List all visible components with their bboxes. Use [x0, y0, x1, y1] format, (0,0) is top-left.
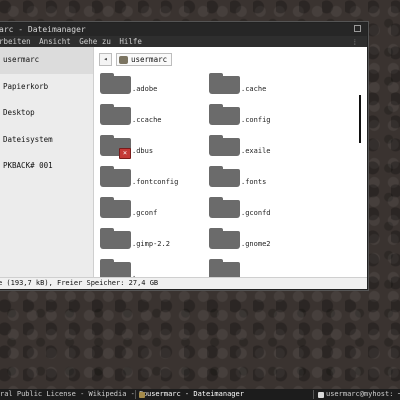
- file-item[interactable]: .gnome2: [209, 224, 318, 255]
- menu-go[interactable]: Gehe zu: [79, 37, 111, 46]
- status-bar: e (193,7 kB), Freier Speicher: 27,4 GB: [0, 277, 367, 289]
- home-folder-icon: [119, 55, 128, 64]
- folder-icon: [100, 258, 131, 278]
- taskbar-item-filemanager[interactable]: usermarc - Dateimanager: [139, 389, 244, 400]
- folder-icon: [209, 134, 240, 156]
- path-crumb-label: usermarc: [131, 55, 168, 64]
- file-item[interactable]: .dbus ×: [100, 131, 209, 162]
- folder-icon: [100, 165, 131, 187]
- window-close-button[interactable]: [354, 25, 361, 32]
- window-titlebar[interactable]: arc - Dateimanager: [0, 23, 367, 36]
- sidebar-item-home[interactable]: usermarc: [0, 47, 93, 74]
- taskbar-item-terminal[interactable]: usermarc@myhost: ~/: [318, 389, 400, 400]
- file-item[interactable]: .gconf: [100, 193, 209, 224]
- file-name: .exaile: [241, 147, 271, 155]
- file-item[interactable]: .gimp-2.2: [100, 224, 209, 255]
- file-item[interactable]: .ccache: [100, 100, 209, 131]
- folder-icon: [209, 72, 240, 94]
- file-name: .adobe: [132, 85, 158, 93]
- folder-icon: [100, 196, 131, 218]
- status-text: e (193,7 kB), Freier Speicher: 27,4 GB: [0, 279, 159, 287]
- unreadable-emblem-icon: ×: [119, 148, 131, 159]
- file-name: .config: [241, 116, 271, 124]
- file-item[interactable]: .adobe: [100, 69, 209, 100]
- folder-icon: [100, 227, 131, 249]
- file-item[interactable]: .fonts: [209, 162, 318, 193]
- terminal-icon: [318, 391, 324, 398]
- path-crumb-home[interactable]: usermarc: [116, 53, 173, 66]
- menu-view[interactable]: Ansicht: [39, 37, 71, 46]
- folder-icon: [209, 103, 240, 125]
- file-item[interactable]: .: [100, 255, 209, 278]
- taskbar-separator: [313, 390, 314, 399]
- file-name: .ccache: [132, 116, 162, 124]
- taskbar-item-label: usermarc@myhost: ~/: [326, 390, 400, 398]
- menu-edit[interactable]: rbeiten: [0, 37, 31, 46]
- taskbar-item-label: ral Public License - Wikipedia - Bo: [0, 390, 148, 398]
- file-name: .gnome2: [241, 240, 271, 248]
- menu-help[interactable]: Hilfe: [119, 37, 142, 46]
- file-view: ◂ usermarc .adobe .cache .ccache .config .db…: [94, 47, 367, 278]
- path-back-button[interactable]: ◂: [99, 53, 112, 66]
- file-name: .fontconfig: [132, 178, 179, 186]
- folder-icon: [209, 258, 240, 278]
- file-name: .gimp-2.2: [132, 240, 170, 248]
- folder-icon: [100, 72, 131, 94]
- taskbar-item-browser[interactable]: ral Public License - Wikipedia - Bo: [0, 389, 148, 400]
- file-name: .gconfd: [241, 209, 271, 217]
- folder-icon: [209, 165, 240, 187]
- file-name: .fonts: [241, 178, 267, 186]
- file-item[interactable]: [209, 255, 318, 278]
- folder-icon: [100, 103, 131, 125]
- sidebar-item-filesystem[interactable]: Dateisystem: [0, 127, 93, 154]
- path-bar: ◂ usermarc: [99, 53, 173, 66]
- file-item[interactable]: .cache: [209, 69, 318, 100]
- file-item[interactable]: .fontconfig: [100, 162, 209, 193]
- sidebar-item-volume[interactable]: PKBACK# 001: [0, 153, 93, 180]
- sidebar-item-trash[interactable]: Papierkorb: [0, 74, 93, 101]
- folder-icon: [139, 391, 145, 398]
- folder-icon: [209, 196, 240, 218]
- taskbar-separator: [135, 390, 136, 399]
- scrollbar-thumb[interactable]: [359, 95, 361, 143]
- file-name: .dbus: [132, 147, 154, 155]
- folder-icon: [209, 227, 240, 249]
- sidebar: usermarc Papierkorb Desktop Dateisystem …: [0, 47, 94, 278]
- file-item[interactable]: .exaile: [209, 131, 318, 162]
- sidebar-item-desktop[interactable]: Desktop: [0, 100, 93, 127]
- file-item[interactable]: .gconfd: [209, 193, 318, 224]
- taskbar-item-label: usermarc - Dateimanager: [147, 390, 244, 398]
- file-manager-window: arc - Dateimanager rbeiten Ansicht Gehe …: [0, 22, 368, 290]
- taskbar: ral Public License - Wikipedia - Bo user…: [0, 389, 400, 400]
- menubar: rbeiten Ansicht Gehe zu Hilfe ⁞: [0, 36, 367, 47]
- file-name: .cache: [241, 85, 267, 93]
- file-name: .gconf: [132, 209, 158, 217]
- file-grid: .adobe .cache .ccache .config .dbus × .exaile.…: [100, 69, 348, 278]
- file-item[interactable]: .config: [209, 100, 318, 131]
- window-title: arc - Dateimanager: [0, 25, 86, 34]
